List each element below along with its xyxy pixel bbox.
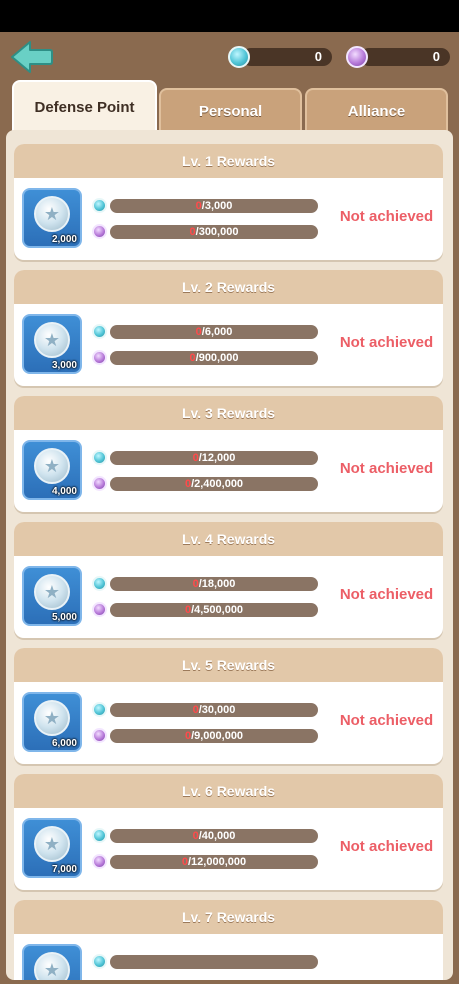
reward-medal-icon[interactable]: ★ 5,000: [22, 566, 82, 626]
teal-coin-icon: [92, 324, 107, 339]
purple-currency: 0: [346, 46, 450, 68]
status-bar: [0, 0, 459, 32]
tab-personal[interactable]: Personal: [159, 88, 302, 132]
status-not-achieved: Not achieved: [339, 460, 434, 477]
purple-coin-icon: [92, 350, 107, 365]
teal-coin-icon: [92, 198, 107, 213]
reward-card-title: Lv. 4 Rewards: [14, 522, 443, 556]
status-not-achieved: Not achieved: [339, 712, 434, 729]
reward-amount: 4,000: [51, 486, 77, 497]
reward-card-title: Lv. 3 Rewards: [14, 396, 443, 430]
teal-currency: 0: [228, 46, 332, 68]
teal-coin-icon: [92, 828, 107, 843]
purple-progress-text: 0/300,000: [189, 226, 239, 238]
reward-card-lv4: Lv. 4 Rewards ★ 5,000 0/18,000 0/4,500,0…: [14, 522, 443, 638]
teal-progress-text: 0/3,000: [195, 200, 233, 212]
tab-bar: Defense Point Personal Alliance: [0, 80, 459, 132]
purple-progress-row: 0/900,000: [92, 350, 332, 366]
teal-coin-icon: [92, 954, 107, 969]
reward-medal-icon[interactable]: ★ 7,000: [22, 818, 82, 878]
purple-progress-text: 0/12,000,000: [181, 856, 247, 868]
purple-coin-icon: [92, 476, 107, 491]
reward-amount: 2,000: [51, 234, 77, 245]
reward-amount: 7,000: [51, 864, 77, 875]
medal-star-icon: ★: [34, 700, 70, 736]
teal-coin-icon: [92, 576, 107, 591]
teal-progress-row: 0/12,000: [92, 450, 332, 466]
reward-medal-icon[interactable]: ★ 3,000: [22, 314, 82, 374]
purple-progress-row: 0/2,400,000: [92, 476, 332, 492]
teal-progress-row: 0/18,000: [92, 576, 332, 592]
purple-progress-text: 0/9,000,000: [184, 730, 244, 742]
status-not-achieved: Not achieved: [339, 838, 434, 855]
teal-progress-row: 0/40,000: [92, 828, 332, 844]
teal-progress-text: 0/18,000: [192, 578, 236, 590]
medal-star-icon: ★: [34, 196, 70, 232]
teal-progress-text: 0/40,000: [192, 830, 236, 842]
rewards-panel: Lv. 1 Rewards ★ 2,000 0/3,000 0/300,000 …: [6, 130, 453, 980]
status-not-achieved: Not achieved: [339, 586, 434, 603]
status-not-achieved: Not achieved: [339, 208, 434, 225]
teal-coin-icon: [228, 46, 250, 68]
purple-progress-row: 0/300,000: [92, 224, 332, 240]
reward-medal-icon[interactable]: ★ 4,000: [22, 440, 82, 500]
reward-card-title: Lv. 1 Rewards: [14, 144, 443, 178]
teal-progress-row: 0/3,000: [92, 198, 332, 214]
teal-progress-text: 0/30,000: [192, 704, 236, 716]
purple-progress-text: 0/2,400,000: [184, 478, 244, 490]
purple-coin-icon: [92, 602, 107, 617]
tab-defense-point[interactable]: Defense Point: [12, 80, 157, 132]
reward-card-lv5: Lv. 5 Rewards ★ 6,000 0/30,000 0/9,000,0…: [14, 648, 443, 764]
reward-card-title: Lv. 5 Rewards: [14, 648, 443, 682]
teal-coin-icon: [92, 450, 107, 465]
medal-star-icon: ★: [34, 574, 70, 610]
purple-progress-text: 0/4,500,000: [184, 604, 244, 616]
reward-card-lv3: Lv. 3 Rewards ★ 4,000 0/12,000 0/2,400,0…: [14, 396, 443, 512]
reward-card-title: Lv. 6 Rewards: [14, 774, 443, 808]
purple-coin-icon: [92, 854, 107, 869]
reward-card-title: Lv. 7 Rewards: [14, 900, 443, 934]
medal-star-icon: ★: [34, 448, 70, 484]
purple-progress-row: 0/12,000,000: [92, 854, 332, 870]
purple-coin-icon: [346, 46, 368, 68]
teal-progress-text: 0/12,000: [192, 452, 236, 464]
reward-medal-icon[interactable]: ★ 6,000: [22, 692, 82, 752]
purple-coin-icon: [92, 728, 107, 743]
reward-card-title: Lv. 2 Rewards: [14, 270, 443, 304]
reward-amount: 5,000: [51, 612, 77, 623]
reward-medal-icon[interactable]: ★: [22, 944, 82, 980]
purple-currency-value: 0: [432, 49, 440, 64]
purple-progress-row: 0/4,500,000: [92, 602, 332, 618]
back-arrow-icon[interactable]: [10, 40, 54, 74]
purple-progress-text: 0/900,000: [189, 352, 239, 364]
tab-alliance[interactable]: Alliance: [305, 88, 448, 132]
reward-card-lv7: Lv. 7 Rewards ★: [14, 900, 443, 980]
reward-amount: 6,000: [51, 738, 77, 749]
reward-card-lv1: Lv. 1 Rewards ★ 2,000 0/3,000 0/300,000 …: [14, 144, 443, 260]
teal-currency-value: 0: [314, 49, 322, 64]
reward-medal-icon[interactable]: ★ 2,000: [22, 188, 82, 248]
teal-coin-icon: [92, 702, 107, 717]
reward-card-lv2: Lv. 2 Rewards ★ 3,000 0/6,000 0/900,000 …: [14, 270, 443, 386]
teal-progress-row: 0/6,000: [92, 324, 332, 340]
teal-progress-text: 0/6,000: [195, 326, 233, 338]
purple-coin-icon: [92, 224, 107, 239]
purple-progress-row: 0/9,000,000: [92, 728, 332, 744]
teal-progress-row: [92, 954, 332, 970]
reward-card-lv6: Lv. 6 Rewards ★ 7,000 0/40,000 0/12,000,…: [14, 774, 443, 890]
status-not-achieved: Not achieved: [339, 334, 434, 351]
reward-amount: 3,000: [51, 360, 77, 371]
medal-star-icon: ★: [34, 322, 70, 358]
medal-star-icon: ★: [34, 826, 70, 862]
teal-progress-row: 0/30,000: [92, 702, 332, 718]
medal-star-icon: ★: [34, 952, 70, 980]
progress-track: [110, 955, 318, 969]
